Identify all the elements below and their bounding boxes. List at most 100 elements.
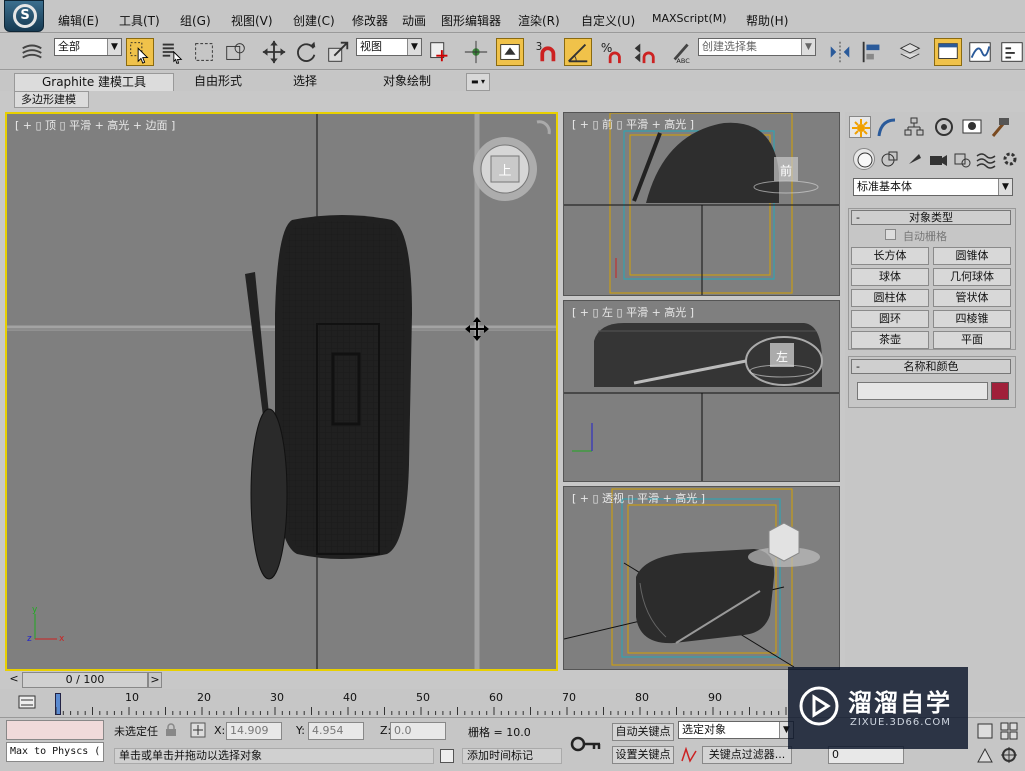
geosphere-button[interactable]: 几何球体 (933, 268, 1011, 286)
viewport-front-label[interactable]: [ + ▯ 前 ▯ 平滑 + 高光 ] (572, 116, 694, 132)
plane-button[interactable]: 平面 (933, 331, 1011, 349)
key-mode-dropdown[interactable]: 选定对象 ▼ (678, 721, 794, 739)
spacewarps-category-icon[interactable] (975, 148, 997, 170)
maxscript-mini-listener-top[interactable] (6, 720, 104, 740)
viewport-perspective[interactable]: [ + ▯ 透视 ▯ 平滑 + 高光 ] (563, 486, 840, 670)
track-bar[interactable]: 10 20 30 40 50 60 70 80 90 (0, 689, 790, 717)
layer-manager-icon[interactable] (896, 38, 924, 66)
viewport-front[interactable]: 前 [ + ▯ 前 ▯ 平滑 + 高光 ] (563, 112, 840, 296)
viewport-perspective-label[interactable]: [ + ▯ 透视 ▯ 平滑 + 高光 ] (572, 490, 705, 506)
menu-modifiers[interactable]: 修改器 (352, 12, 388, 29)
percent-snap-icon[interactable]: % (598, 38, 626, 66)
menu-edit[interactable]: 编辑(E) (58, 12, 99, 29)
menu-tools[interactable]: 工具(T) (119, 12, 160, 29)
angle-snap-icon[interactable] (564, 38, 592, 66)
menu-create[interactable]: 创建(C) (293, 12, 335, 29)
time-slider[interactable]: 0 / 100 (22, 672, 148, 688)
maxscript-mini-listener[interactable]: Max to Physcs ( (6, 742, 104, 762)
rotate-view-icon[interactable] (536, 120, 551, 135)
viewport-top[interactable]: 上 y x z [ + ▯ 顶 ▯ 平滑 + 高光 + 边面 ] (5, 112, 558, 671)
cameras-category-icon[interactable] (927, 148, 949, 170)
teapot-button[interactable]: 茶壶 (851, 331, 929, 349)
cone-button[interactable]: 圆锥体 (933, 247, 1011, 265)
viewport-left-label[interactable]: [ + ▯ 左 ▯ 平滑 + 高光 ] (572, 304, 694, 320)
view-cube-top[interactable]: 上 (473, 137, 537, 201)
add-time-tag-button[interactable]: 添加时间标记 (462, 748, 562, 764)
viewport-left[interactable]: 左 [ + ▯ 左 ▯ 平滑 + 高光 ] (563, 300, 840, 482)
auto-key-button[interactable]: 自动关键点 (612, 723, 674, 741)
tab-freeform[interactable]: 自由形式 (178, 73, 258, 91)
menu-help[interactable]: 帮助(H) (746, 12, 788, 29)
scale-icon[interactable] (324, 38, 352, 66)
view-cube-perspective[interactable] (768, 522, 800, 562)
reference-coordinate-dropdown[interactable]: 视图 ▼ (356, 38, 422, 56)
ribbon-options-icon[interactable]: ▬ ▾ (466, 73, 490, 91)
y-coordinate-field[interactable]: 4.954 (308, 722, 364, 740)
primitive-category-dropdown[interactable]: 标准基本体 ▼ (853, 178, 1013, 196)
rectangular-selection-icon[interactable] (190, 38, 218, 66)
time-slider-prev-icon[interactable]: < (5, 672, 23, 688)
tab-selection[interactable]: 选择 (270, 73, 340, 91)
mini-curve-editor-icon[interactable] (18, 694, 36, 710)
zoom-all-icon[interactable] (1000, 722, 1018, 740)
orbit-icon[interactable] (1000, 746, 1018, 764)
object-name-input[interactable] (857, 382, 988, 400)
select-object-button[interactable] (126, 38, 154, 66)
menu-graph-editors[interactable]: 图形编辑器 (441, 12, 501, 29)
hierarchy-tab-icon[interactable] (903, 116, 925, 138)
utilities-tab-icon[interactable] (989, 116, 1011, 138)
create-tab-icon[interactable] (849, 116, 871, 138)
keyboard-shortcut-toggle-icon[interactable] (496, 38, 524, 66)
z-coordinate-field[interactable]: 0.0 (390, 722, 446, 740)
window-crossing-icon[interactable] (222, 38, 250, 66)
absolute-mode-icon[interactable] (190, 722, 206, 738)
link-icon[interactable] (18, 38, 46, 66)
move-icon[interactable] (260, 38, 288, 66)
object-color-swatch[interactable] (991, 382, 1009, 400)
systems-category-icon[interactable] (999, 148, 1021, 170)
lights-category-icon[interactable] (903, 148, 925, 170)
curve-editor-icon[interactable] (966, 38, 994, 66)
cylinder-button[interactable]: 圆柱体 (851, 289, 929, 307)
viewport-top-label[interactable]: [ + ▯ 顶 ▯ 平滑 + 高光 + 边面 ] (15, 117, 175, 133)
menu-views[interactable]: 视图(V) (231, 12, 273, 29)
zoom-extents-icon[interactable] (976, 722, 994, 740)
menu-customize[interactable]: 自定义(U) (581, 12, 635, 29)
field-of-view-icon[interactable] (976, 746, 994, 764)
selection-filter-dropdown[interactable]: 全部 ▼ (54, 38, 122, 56)
align-icon[interactable] (858, 38, 886, 66)
select-by-name-button[interactable] (158, 38, 186, 66)
lock-selection-icon[interactable] (164, 723, 178, 737)
modify-tab-icon[interactable] (875, 116, 897, 138)
helpers-category-icon[interactable] (951, 148, 973, 170)
subtab-polygon-modeling[interactable]: 多边形建模 (14, 91, 89, 108)
autogrid-checkbox[interactable] (885, 229, 896, 240)
key-filters-button[interactable]: 关键点过滤器... (702, 746, 792, 764)
tab-graphite-modeling[interactable]: Graphite 建模工具 (14, 73, 174, 91)
time-slider-next-icon[interactable]: > (148, 672, 162, 688)
menu-rendering[interactable]: 渲染(R) (518, 12, 560, 29)
menu-animation[interactable]: 动画 (402, 12, 426, 29)
set-key-button[interactable]: 设置关键点 (612, 746, 674, 764)
key-icon[interactable] (566, 722, 606, 766)
edit-named-selection-icon[interactable]: ABC (668, 38, 696, 66)
box-button[interactable]: 长方体 (851, 247, 929, 265)
geometry-category-icon[interactable] (853, 148, 875, 170)
mirror-icon[interactable] (826, 38, 854, 66)
pyramid-button[interactable]: 四棱锥 (933, 310, 1011, 328)
sphere-button[interactable]: 球体 (851, 268, 929, 286)
set-key-filter-icon[interactable] (680, 746, 698, 763)
object-type-rollout-header[interactable]: - 对象类型 (851, 210, 1011, 225)
spinner-snap-icon[interactable] (630, 38, 658, 66)
menu-maxscript[interactable]: MAXScript(M) (652, 12, 727, 25)
name-color-rollout-header[interactable]: - 名称和颜色 (851, 359, 1011, 374)
schematic-view-icon[interactable] (998, 38, 1025, 66)
time-tag-icon[interactable] (440, 749, 454, 763)
application-button[interactable]: S (4, 0, 44, 32)
x-coordinate-field[interactable]: 14.909 (226, 722, 282, 740)
display-tab-icon[interactable] (961, 116, 983, 138)
named-selection-set-dropdown[interactable]: 创建选择集 ▼ (698, 38, 816, 56)
shapes-category-icon[interactable] (879, 148, 901, 170)
motion-tab-icon[interactable] (933, 116, 955, 138)
torus-button[interactable]: 圆环 (851, 310, 929, 328)
